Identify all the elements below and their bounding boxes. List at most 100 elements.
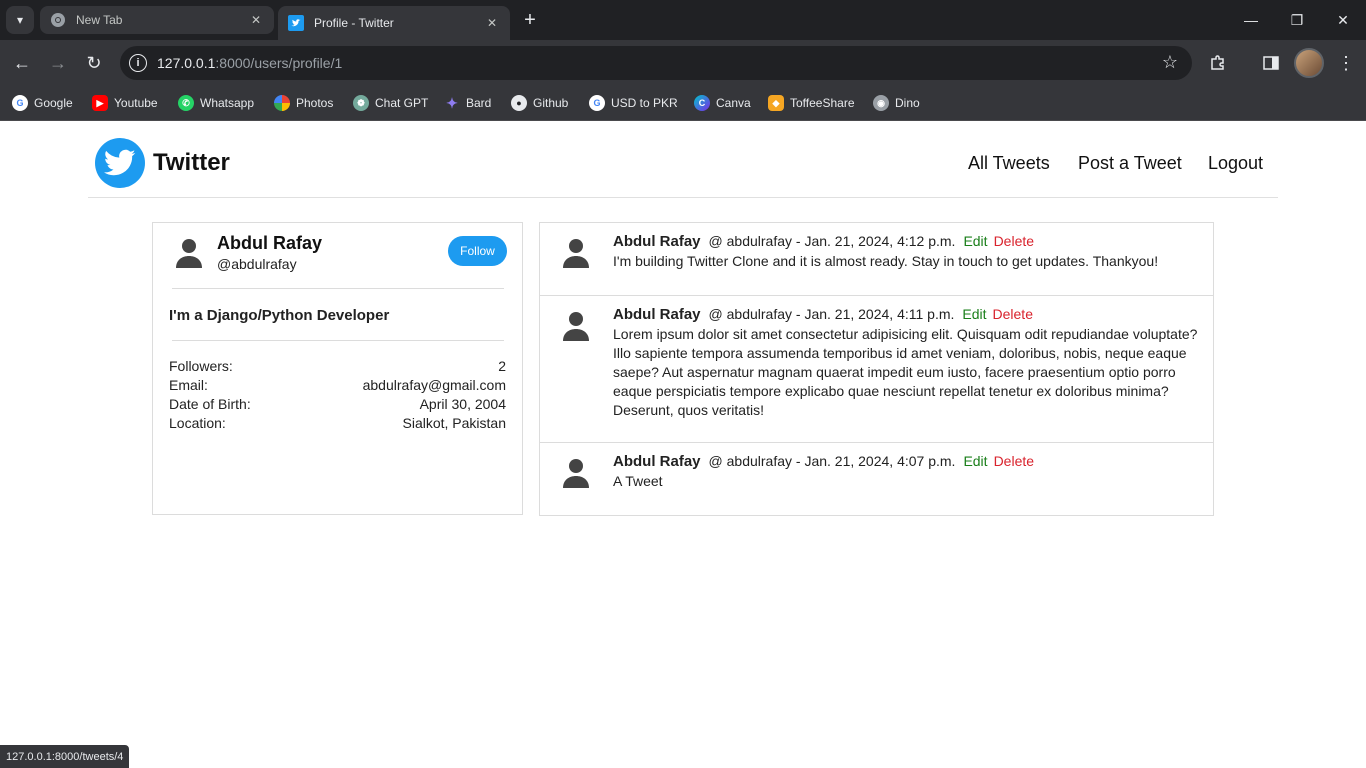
tab-title: New Tab [76, 13, 123, 27]
bookmark-whatsapp[interactable]: ✆ Whatsapp [178, 92, 254, 114]
bookmark-chat-gpt[interactable]: ❁ Chat GPT [353, 92, 428, 114]
site-navbar: Twitter All Tweets Post a Tweet Logout [88, 121, 1278, 198]
profile-bio: I'm a Django/Python Developer [169, 307, 390, 324]
user-avatar-icon [563, 312, 589, 341]
bookmarks-bar: G Google ▶ Youtube ✆ Whatsapp Photos ❁ C… [0, 86, 1366, 121]
brand-name[interactable]: Twitter [153, 149, 230, 177]
detail-value: Sialkot, Pakistan [402, 415, 507, 431]
nav-logout[interactable]: Logout [1208, 153, 1263, 174]
detail-label: Location: [169, 415, 226, 431]
bookmark-label: Bard [466, 96, 492, 110]
side-panel-icon [1263, 56, 1279, 70]
follow-button[interactable]: Follow [448, 236, 507, 266]
profile-avatar[interactable] [1294, 48, 1324, 78]
bookmark-google[interactable]: G Google [12, 92, 73, 114]
nav-all-tweets[interactable]: All Tweets [968, 153, 1050, 174]
twitter-logo-icon[interactable] [95, 138, 145, 188]
tab-search-button[interactable]: ▾ [6, 6, 34, 34]
tweet-header: Abdul Rafay @ abdulrafay - Jan. 21, 2024,… [613, 306, 1033, 323]
url-text: 127.0.0.1:8000/users/profile/1 [157, 55, 342, 71]
edit-tweet-link[interactable]: Edit [963, 453, 987, 469]
bookmark-label: Photos [296, 96, 334, 110]
delete-tweet-link[interactable]: Delete [993, 306, 1033, 322]
bookmark-label: Youtube [114, 96, 158, 110]
back-button[interactable]: ← [8, 49, 36, 77]
tab-new-tab[interactable]: New Tab ✕ [40, 6, 274, 34]
plus-icon: + [524, 8, 536, 31]
extensions-button[interactable] [1206, 51, 1230, 75]
bookmark-bard[interactable]: ✦ Bard [444, 92, 491, 114]
tab-profile-twitter[interactable]: Profile - Twitter ✕ [278, 6, 510, 40]
user-avatar-icon [563, 459, 589, 488]
tab-strip: ▾ New Tab ✕ Profile - Twitter ✕ + — ❐ ✕ [0, 0, 1366, 40]
nav-post-a-tweet[interactable]: Post a Tweet [1078, 153, 1182, 174]
side-panel-button[interactable] [1259, 51, 1283, 75]
reload-button[interactable]: ↻ [80, 49, 108, 77]
minimize-button[interactable]: — [1228, 0, 1274, 40]
tweet-author[interactable]: Abdul Rafay [613, 233, 701, 250]
address-bar[interactable]: i 127.0.0.1:8000/users/profile/1 ☆ [120, 46, 1192, 80]
detail-label: Date of Birth: [169, 396, 251, 412]
bookmark-photos[interactable]: Photos [274, 92, 333, 114]
delete-tweet-link[interactable]: Delete [994, 453, 1034, 469]
tweet-meta: @ abdulrafay - Jan. 21, 2024, 4:12 p.m. [708, 233, 956, 249]
tweet-author[interactable]: Abdul Rafay [613, 453, 701, 470]
bookmark-label: Whatsapp [200, 96, 255, 110]
tweet-header: Abdul Rafay @ abdulrafay - Jan. 21, 2024,… [613, 233, 1034, 250]
detail-value: abdulrafay@gmail.com [362, 377, 506, 393]
detail-value: April 30, 2004 [419, 396, 506, 412]
profile-detail-location: Location: Sialkot, Pakistan [169, 415, 506, 434]
profile-handle: @abdulrafay [217, 256, 297, 272]
site-info-icon[interactable]: i [129, 54, 147, 72]
detail-label: Followers: [169, 358, 233, 374]
close-window-button[interactable]: ✕ [1320, 0, 1366, 40]
chatgpt-icon: ❁ [353, 95, 369, 111]
bookmark-toffeeshare[interactable]: ◆ ToffeeShare [768, 92, 855, 114]
bookmark-label: USD to PKR [611, 96, 678, 110]
bookmark-label: ToffeeShare [790, 96, 855, 110]
bookmark-label: Canva [716, 96, 751, 110]
profile-detail-email: Email: abdulrafay@gmail.com [169, 377, 506, 396]
tweet-feed: Abdul Rafay @ abdulrafay - Jan. 21, 2024,… [539, 222, 1214, 516]
reload-icon: ↻ [86, 52, 102, 73]
forward-button[interactable]: → [44, 49, 72, 77]
tweet-item: Abdul Rafay @ abdulrafay - Jan. 21, 2024,… [540, 443, 1213, 515]
page-content: Twitter All Tweets Post a Tweet Logout A… [0, 121, 1366, 768]
chrome-icon [50, 12, 66, 28]
browser-toolbar: ← → ↻ i 127.0.0.1:8000/users/profile/1 ☆… [0, 40, 1366, 86]
tweet-header: Abdul Rafay @ abdulrafay - Jan. 21, 2024,… [613, 453, 1034, 470]
tab-title: Profile - Twitter [314, 16, 394, 30]
dino-icon: ◉ [873, 95, 889, 111]
bookmark-usd-to-pkr[interactable]: G USD to PKR [589, 92, 678, 114]
arrow-right-icon: → [49, 52, 67, 73]
user-avatar-icon [563, 239, 589, 268]
edit-tweet-link[interactable]: Edit [963, 233, 987, 249]
divider [172, 340, 504, 341]
bookmark-dino[interactable]: ◉ Dino [873, 92, 920, 114]
close-icon[interactable]: ✕ [484, 15, 500, 31]
menu-button[interactable]: ⋮ [1334, 51, 1358, 75]
twitter-bird-icon [288, 15, 304, 31]
detail-value: 2 [498, 358, 506, 374]
url-host: 127.0.0.1 [157, 55, 216, 71]
puzzle-icon [1211, 55, 1224, 70]
tweet-item: Abdul Rafay @ abdulrafay - Jan. 21, 2024,… [540, 223, 1213, 296]
delete-tweet-link[interactable]: Delete [994, 233, 1034, 249]
tweet-body: Lorem ipsum dolor sit amet consectetur a… [613, 326, 1198, 418]
bookmark-star-icon[interactable]: ☆ [1162, 53, 1178, 71]
whatsapp-icon: ✆ [178, 95, 194, 111]
arrow-left-icon: ← [13, 52, 31, 73]
bard-icon: ✦ [446, 94, 458, 111]
bookmark-label: Google [34, 96, 73, 110]
tweet-author[interactable]: Abdul Rafay [613, 306, 701, 323]
bookmark-github[interactable]: ● Github [511, 92, 568, 114]
close-icon[interactable]: ✕ [248, 12, 264, 28]
new-tab-button[interactable]: + [518, 8, 542, 32]
canva-icon: C [694, 95, 710, 111]
edit-tweet-link[interactable]: Edit [962, 306, 986, 322]
chevron-down-icon: ▾ [16, 13, 24, 27]
restore-button[interactable]: ❐ [1274, 0, 1320, 40]
bookmark-canva[interactable]: C Canva [694, 92, 751, 114]
bookmark-youtube[interactable]: ▶ Youtube [92, 92, 158, 114]
tweet-item: Abdul Rafay @ abdulrafay - Jan. 21, 2024,… [540, 296, 1213, 443]
